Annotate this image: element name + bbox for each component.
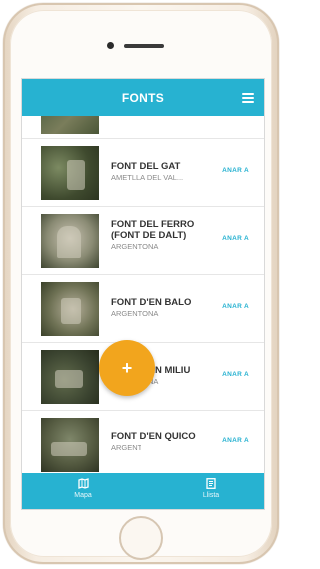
font-name: FONT DEL GAT — [111, 161, 181, 172]
app-bar: FONTS — [22, 79, 264, 116]
font-name: FONT D'EN QUICO — [111, 431, 196, 442]
go-to-link[interactable]: ANAR A — [222, 235, 249, 242]
go-to-link[interactable]: ANAR A — [222, 167, 249, 174]
add-button[interactable]: + — [99, 340, 155, 396]
partial-thumbnail — [41, 116, 99, 134]
fountain-thumbnail — [41, 146, 99, 200]
list-item[interactable]: FONT D'EN BALO ARGENTONA ANAR A — [22, 275, 264, 343]
fountain-thumbnail — [41, 418, 99, 472]
nav-item-list[interactable]: Llista — [191, 478, 231, 499]
list-item[interactable]: FONT DEL GAT AMETLLA DEL VAL... ANAR A — [22, 139, 264, 207]
map-icon — [63, 478, 103, 489]
fountain-thumbnail — [41, 350, 99, 404]
font-place: ARGENTONA — [111, 443, 141, 452]
nav-item-map[interactable]: Mapa — [63, 478, 103, 499]
list-icon — [191, 478, 231, 489]
fonts-list: FONT DEL GAT AMETLLA DEL VAL... ANAR A F… — [22, 116, 264, 476]
go-to-link[interactable]: ANAR A — [222, 371, 249, 378]
list-item[interactable]: FONT DEL FERRO (FONT DE DALT) ARGENTONA … — [22, 207, 264, 275]
hamburger-menu-icon[interactable] — [242, 93, 254, 103]
home-button[interactable] — [119, 516, 163, 560]
font-place: ARGENTONA — [111, 242, 159, 251]
front-camera — [107, 42, 114, 49]
font-place: ARGENTONA — [111, 309, 159, 318]
page-title: FONTS — [121, 90, 165, 105]
fountain-thumbnail — [41, 282, 99, 336]
nav-label-map: Mapa — [74, 492, 92, 499]
font-name: FONT DEL FERRO (FONT DE DALT) — [111, 219, 195, 241]
app-screen: FONTS FONT DEL GAT AMETLLA DEL VAL... AN… — [21, 78, 265, 510]
fountain-thumbnail — [41, 214, 99, 268]
go-to-link[interactable]: ANAR A — [222, 437, 249, 444]
add-icon: + — [121, 357, 133, 378]
font-name: FONT D'EN BALO — [111, 297, 192, 308]
list-item[interactable]: FONT D'EN QUICO ARGENTONA ANAR A — [22, 411, 264, 476]
nav-label-list: Llista — [202, 492, 220, 499]
go-to-link[interactable]: ANAR A — [222, 303, 249, 310]
earpiece-speaker — [124, 44, 164, 48]
bottom-nav-bar: Mapa Llista — [22, 473, 264, 509]
font-place: AMETLLA DEL VAL... — [111, 173, 184, 182]
